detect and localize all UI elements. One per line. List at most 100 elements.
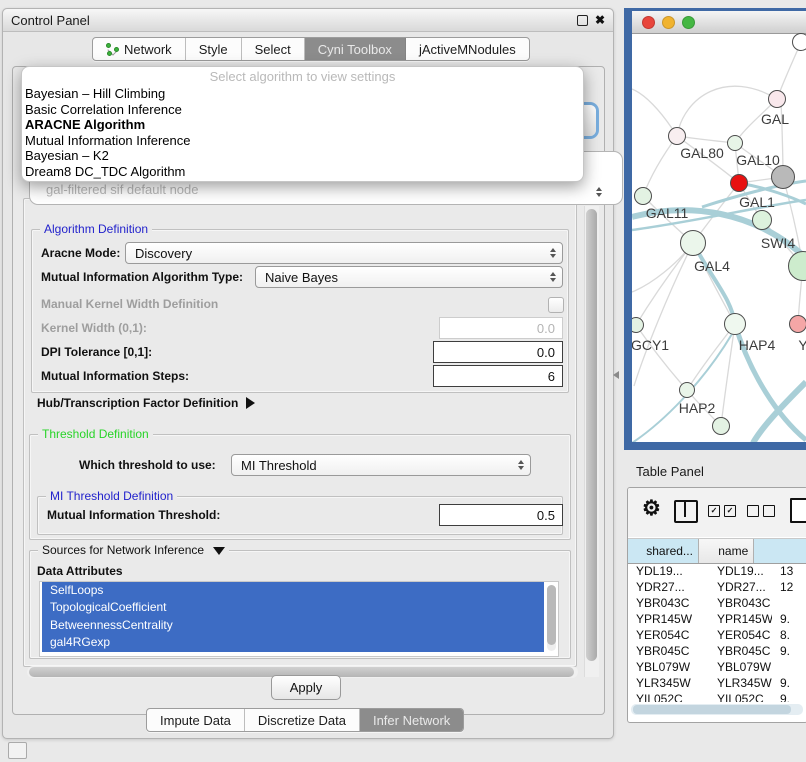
network-node[interactable] [634, 187, 652, 205]
attribute-item[interactable]: gal4RGexp [42, 634, 544, 651]
tab-jactivemnodules[interactable]: jActiveMNodules [406, 38, 529, 60]
table-panel-window: ⚙ ✓✓ shared... name A YDL19... YDL19... … [627, 487, 806, 723]
tab-style[interactable]: Style [186, 38, 242, 60]
network-node[interactable] [730, 174, 748, 192]
algorithm-option[interactable]: Dream8 DC_TDC Algorithm [22, 164, 583, 180]
column-header-shared-name[interactable]: shared... [628, 539, 699, 563]
which-threshold-combo[interactable]: MI Threshold [231, 454, 531, 476]
minimize-traffic-light-icon[interactable] [662, 16, 675, 29]
node-label: GAL4 [694, 258, 730, 274]
dpi-tolerance-field[interactable]: 0.0 [433, 341, 563, 363]
algorithm-option[interactable]: Bayesian – K2 [22, 148, 583, 164]
minimized-panel-icon[interactable] [8, 742, 27, 759]
table-row[interactable]: YBL079W YBL079W [628, 659, 806, 675]
mi-threshold-label: Mutual Information Threshold: [47, 508, 220, 522]
data-attributes-list[interactable]: SelfLoopsTopologicalCoefficientBetweenne… [39, 581, 559, 657]
network-node[interactable] [752, 210, 772, 230]
mi-steps-label: Mutual Information Steps: [41, 369, 189, 383]
table-row[interactable]: YBR043C YBR043C [628, 595, 806, 611]
table-row[interactable]: YLR345W YLR345W 9. [628, 675, 806, 691]
list-vertical-scrollbar[interactable] [547, 585, 556, 651]
group-title: Algorithm Definition [40, 222, 152, 236]
tab-infer-network[interactable]: Infer Network [360, 709, 463, 731]
collapse-arrow-icon [213, 547, 225, 555]
algorithm-list: Bayesian – Hill ClimbingBasic Correlatio… [22, 86, 583, 180]
network-node[interactable] [679, 382, 695, 398]
network-node[interactable] [727, 135, 743, 151]
settings-vertical-scrollbar[interactable] [584, 206, 599, 677]
attribute-item[interactable]: TopologicalCoefficient [42, 599, 544, 616]
select-all-columns-icon[interactable]: ✓✓ [708, 505, 736, 517]
mi-type-label: Mutual Information Algorithm Type: [41, 270, 243, 284]
hub-definition-toggle[interactable]: Hub/Transcription Factor Definition [37, 396, 255, 410]
network-node[interactable] [680, 230, 706, 256]
aracne-mode-combo[interactable]: Discovery [125, 242, 563, 264]
node-label: GAL80 [680, 145, 724, 161]
network-node[interactable] [768, 90, 786, 108]
column-header-partial[interactable]: A [754, 539, 806, 563]
combo-arrows-icon [596, 187, 602, 197]
algorithm-option[interactable]: ARACNE Algorithm [22, 117, 583, 133]
apply-button[interactable]: Apply [271, 675, 341, 700]
close-icon[interactable]: ✖ [595, 15, 605, 25]
panel-splitter-handle[interactable] [613, 371, 619, 379]
table-row[interactable]: YDR27... YDR27... 12 [628, 579, 806, 595]
combo-arrows-icon [550, 272, 556, 282]
combo-arrows-icon [518, 460, 524, 470]
column-header-name[interactable]: name [699, 539, 754, 563]
aracne-mode-label: Aracne Mode: [41, 246, 120, 260]
network-view-window: GALGAL80GAL10GAL1SWI4GAL11GAL4GCY1HAP4YH… [624, 8, 806, 450]
node-label: GAL10 [736, 152, 780, 168]
network-node[interactable] [789, 315, 806, 333]
sources-toggle[interactable]: Sources for Network Inference [38, 543, 229, 557]
hub-definition-label: Hub/Transcription Factor Definition [37, 396, 238, 410]
algorithm-option[interactable]: Bayesian – Hill Climbing [22, 86, 583, 102]
gear-icon[interactable]: ⚙ [642, 496, 661, 521]
algorithm-dropdown-popup: Select algorithm to view settings Bayesi… [21, 66, 584, 182]
zoom-traffic-light-icon[interactable] [682, 16, 695, 29]
tab-select[interactable]: Select [242, 38, 305, 60]
mi-steps-field[interactable]: 6 [433, 365, 563, 387]
table-row[interactable]: YPR145W YPR145W 9. [628, 611, 806, 627]
tab-impute-data[interactable]: Impute Data [147, 709, 245, 731]
tab-discretize-data[interactable]: Discretize Data [245, 709, 360, 731]
node-label: GCY1 [631, 337, 669, 353]
network-node[interactable] [771, 165, 795, 189]
node-label: GAL [761, 111, 789, 127]
network-node[interactable] [724, 313, 746, 335]
deselect-all-columns-icon[interactable] [747, 505, 775, 517]
desktop: { "colors": { "accent-blue": "#3d6cc4", … [0, 0, 806, 762]
table-horizontal-scrollbar[interactable] [631, 704, 803, 715]
kernel-width-label: Kernel Width (0,1): [41, 321, 147, 335]
kernel-width-field[interactable]: 0.0 [439, 317, 563, 339]
dpi-tolerance-label: DPI Tolerance [0,1]: [41, 345, 152, 359]
table-row[interactable]: YBR045C YBR045C 9. [628, 643, 806, 659]
mi-type-combo[interactable]: Naive Bayes [255, 266, 563, 288]
attribute-item[interactable]: SelfLoops [42, 582, 544, 599]
split-columns-icon[interactable] [674, 500, 698, 523]
close-traffic-light-icon[interactable] [642, 16, 655, 29]
control-panel-titlebar[interactable]: Control Panel ✖ [3, 9, 613, 32]
new-table-icon[interactable] [790, 498, 806, 523]
network-node[interactable] [712, 417, 730, 435]
algorithm-option[interactable]: Basic Correlation Inference [22, 102, 583, 118]
table-row[interactable]: YIL052C YIL052C 9. [628, 691, 806, 702]
table-row[interactable]: YER054C YER054C 8. [628, 627, 806, 643]
network-node[interactable] [792, 33, 806, 51]
table-toolbar: ⚙ ✓✓ [628, 488, 806, 537]
network-canvas[interactable]: GALGAL80GAL10GAL1SWI4GAL11GAL4GCY1HAP4YH… [632, 34, 806, 443]
data-attributes-label: Data Attributes [37, 564, 123, 578]
network-window-titlebar[interactable] [632, 11, 806, 34]
float-window-icon[interactable] [577, 15, 588, 26]
network-node[interactable] [668, 127, 686, 145]
network-node[interactable] [628, 317, 644, 333]
tab-network[interactable]: Network [93, 38, 186, 60]
attribute-item[interactable]: BetweennessCentrality [42, 617, 544, 634]
node-label: Y [798, 337, 806, 353]
manual-kernel-label: Manual Kernel Width Definition [41, 297, 218, 311]
manual-kernel-checkbox[interactable] [548, 297, 564, 313]
algorithm-option[interactable]: Mutual Information Inference [22, 133, 583, 149]
tab-cyni-toolbox[interactable]: Cyni Toolbox [305, 38, 406, 60]
mi-threshold-field[interactable]: 0.5 [439, 504, 563, 526]
table-row[interactable]: YDL19... YDL19... 13 [628, 563, 806, 579]
